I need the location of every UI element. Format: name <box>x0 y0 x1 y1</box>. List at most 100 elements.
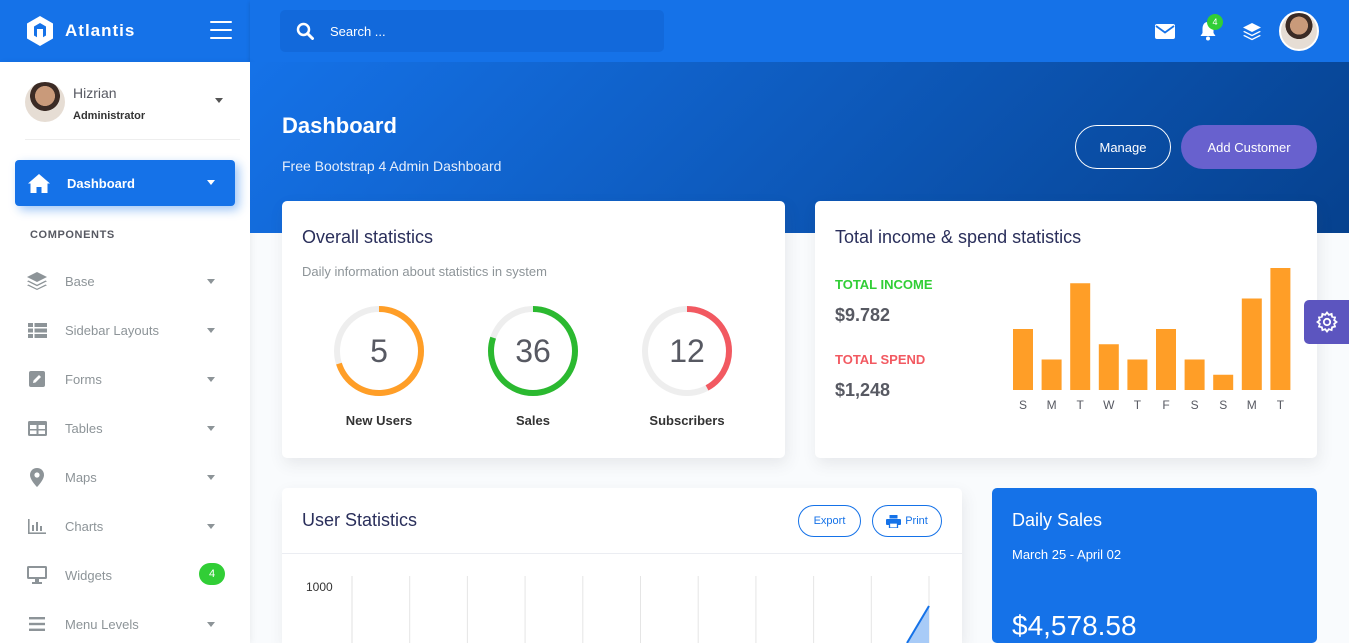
table-icon <box>27 418 47 438</box>
chevron-down-icon <box>207 475 215 480</box>
bar-3 <box>1098 344 1119 390</box>
chevron-down-icon <box>207 622 215 627</box>
bar-9 <box>1270 268 1291 390</box>
chevron-down-icon <box>207 279 215 284</box>
subscribers-value: 12 <box>669 332 705 369</box>
subscribers-circle: 12 <box>641 305 733 397</box>
sidebar-item-label: Maps <box>65 469 97 485</box>
chevron-down-icon <box>207 180 215 185</box>
sidebar-item-dashboard[interactable]: Dashboard <box>15 160 235 206</box>
atlantis-logo-icon[interactable] <box>25 14 55 48</box>
income-spend-card: Total income & spend statistics TOTAL IN… <box>815 201 1317 458</box>
card-subtitle: Daily information about statistics in sy… <box>302 264 547 279</box>
sidebar-item-maps[interactable]: Maps <box>27 462 227 492</box>
daily-sales-range: March 25 - April 02 <box>1012 547 1122 562</box>
sidebar-item-sidebar-layouts[interactable]: Sidebar Layouts <box>27 315 227 345</box>
user-statistics-card: User Statistics Export Print 1000 <box>282 488 962 643</box>
bar-4 <box>1127 359 1148 390</box>
layers-icon[interactable] <box>1240 20 1264 42</box>
sidebar-item-tables[interactable]: Tables <box>27 413 227 443</box>
user-name: Hizrian <box>73 85 117 101</box>
export-button[interactable]: Export <box>798 505 861 537</box>
sidebar-item-label: Sidebar Layouts <box>65 322 159 338</box>
user-statistics-line-chart: 1000 <box>306 576 930 643</box>
sales-circle: 36 <box>487 305 579 397</box>
home-icon <box>28 173 50 193</box>
user-profile[interactable]: Hizrian Administrator <box>25 82 240 140</box>
x-tick-label: W <box>1103 398 1115 412</box>
sales-label: Sales <box>516 413 550 428</box>
bars-icon <box>27 614 47 634</box>
add-customer-button[interactable]: Add Customer <box>1181 125 1317 169</box>
notification-badge: 4 <box>1207 14 1223 30</box>
section-heading: COMPONENTS <box>30 229 115 241</box>
x-tick-label: S <box>1191 398 1199 412</box>
avatar[interactable] <box>25 82 65 122</box>
sidebar-item-charts[interactable]: Charts <box>27 511 227 541</box>
sidebar-item-forms[interactable]: Forms <box>27 364 227 394</box>
page-subtitle: Free Bootstrap 4 Admin Dashboard <box>282 158 502 174</box>
card-divider <box>282 553 962 554</box>
overall-statistics-card: Overall statistics Daily information abo… <box>282 201 785 458</box>
bar-6 <box>1184 359 1205 390</box>
bar-5 <box>1156 329 1176 390</box>
income-bar-chart: SMTWTFSSMT <box>1013 268 1291 412</box>
sidebar-item-menu-levels[interactable]: Menu Levels <box>27 609 227 639</box>
widgets-badge: 4 <box>199 563 225 585</box>
x-tick-label: F <box>1162 398 1169 412</box>
total-spend-value: $1,248 <box>835 380 891 400</box>
subscribers-label: Subscribers <box>649 413 725 428</box>
layers-icon <box>27 271 47 291</box>
sales-value: 36 <box>515 332 551 369</box>
desktop-icon <box>27 565 47 585</box>
menu-toggle-icon[interactable] <box>210 21 232 39</box>
sidebar-item-label: Tables <box>65 420 103 436</box>
chevron-down-icon <box>207 426 215 431</box>
envelope-icon[interactable] <box>1153 20 1177 42</box>
search-bar <box>280 10 664 52</box>
total-income-label: TOTAL INCOME <box>835 277 933 292</box>
user-role: Administrator <box>73 110 146 122</box>
search-input[interactable] <box>330 23 630 39</box>
print-button[interactable]: Print <box>872 505 942 537</box>
sidebar-item-label: Widgets <box>65 567 112 583</box>
sidebar-item-label: Charts <box>65 518 104 534</box>
manage-button[interactable]: Manage <box>1075 125 1171 169</box>
bar-0 <box>1013 329 1033 390</box>
chevron-down-icon[interactable] <box>215 98 223 103</box>
bar-8 <box>1241 298 1262 390</box>
th-list-icon <box>27 320 47 340</box>
daily-sales-card: Daily Sales March 25 - April 02 $4,578.5… <box>992 488 1317 643</box>
gear-icon <box>1315 311 1338 333</box>
new-users-circle: 5 <box>333 305 425 397</box>
search-icon[interactable] <box>296 22 314 40</box>
chevron-down-icon <box>207 524 215 529</box>
y-tick-label: 1000 <box>306 580 333 594</box>
sidebar-item-widgets[interactable]: Widgets 4 <box>27 560 227 590</box>
x-tick-label: M <box>1247 398 1257 412</box>
navbar-avatar[interactable] <box>1279 11 1319 51</box>
daily-sales-title: Daily Sales <box>1012 510 1103 530</box>
sidebar-item-base[interactable]: Base <box>27 266 227 296</box>
map-marker-icon <box>27 467 47 487</box>
sidebar-item-label: Menu Levels <box>65 616 139 632</box>
brand-name[interactable]: Atlantis <box>65 21 135 41</box>
total-spend-label: TOTAL SPEND <box>835 352 926 367</box>
x-tick-label: T <box>1134 398 1142 412</box>
card-title: Overall statistics <box>302 227 434 247</box>
new-users-label: New Users <box>345 413 413 428</box>
print-icon <box>886 514 902 528</box>
sidebar-item-label: Base <box>65 273 95 289</box>
bar-chart-icon <box>27 516 47 536</box>
top-navbar: 4 <box>250 0 1349 62</box>
card-title: User Statistics <box>302 510 418 530</box>
total-income-value: $9.782 <box>835 305 891 325</box>
bar-7 <box>1213 374 1234 390</box>
x-tick-label: T <box>1077 398 1085 412</box>
bar-1 <box>1041 359 1062 390</box>
settings-toggle[interactable] <box>1304 300 1349 344</box>
card-title: Total income & spend statistics <box>835 227 1082 247</box>
daily-sales-amount: $4,578.58 <box>1012 610 1137 641</box>
x-tick-label: S <box>1219 398 1227 412</box>
chevron-down-icon <box>207 328 215 333</box>
